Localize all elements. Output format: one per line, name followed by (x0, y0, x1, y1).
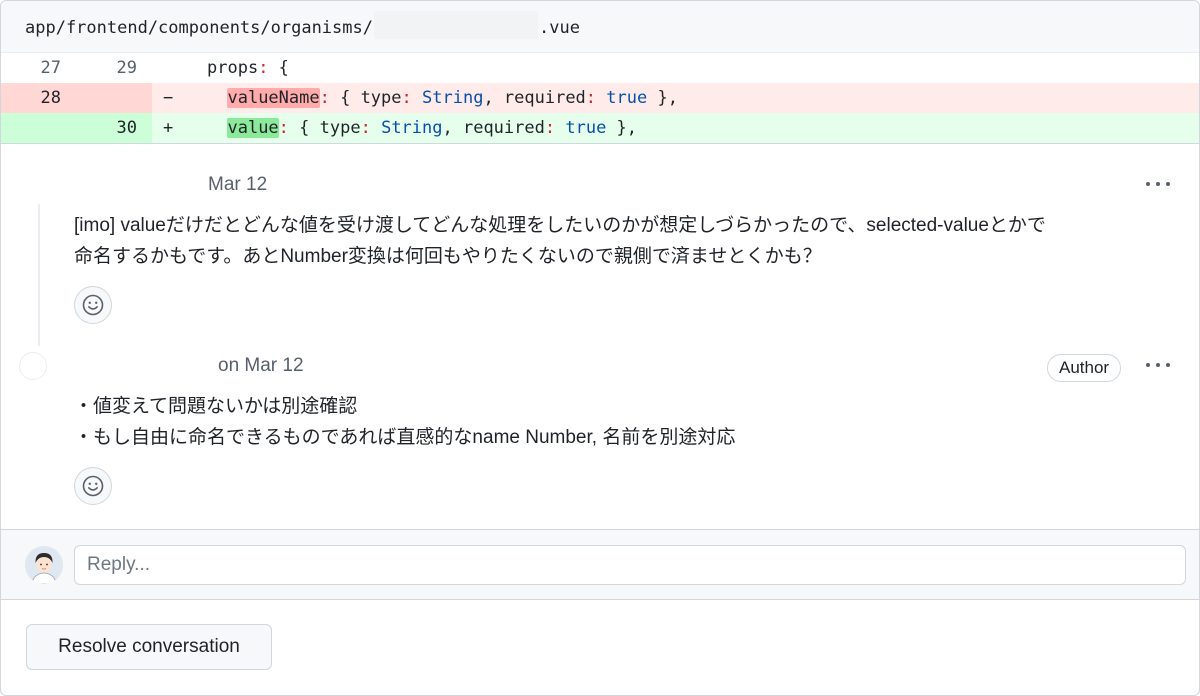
code-token: { type (329, 88, 402, 108)
code-text: valueName: { type: String, required: tru… (207, 83, 678, 113)
author-badge: Author (1047, 354, 1122, 382)
smiley-icon (82, 475, 104, 497)
code-token: true (565, 118, 607, 138)
new-line-number[interactable]: 29 (76, 53, 137, 83)
code-token: value (227, 118, 279, 138)
kebab-horizontal-icon[interactable] (1144, 355, 1172, 375)
code-token: : (360, 118, 371, 138)
code-token: : (278, 118, 289, 138)
comment-line: 命名するかもです。あとNumber変換は何回もやりたくないので親側で済ませとくか… (74, 246, 822, 267)
code-token: valueName (227, 88, 320, 108)
kebab-horizontal-icon[interactable] (1144, 174, 1172, 194)
code-token: true (606, 88, 648, 108)
diff-marker: − (163, 88, 174, 108)
file-path[interactable]: app/frontend/components/organisms/ .vue (25, 11, 580, 39)
code-token: , required (483, 88, 586, 108)
code-token: props (207, 58, 259, 78)
user-avatar-icon (25, 546, 63, 584)
file-path-suffix: .vue (539, 18, 580, 38)
comment-body: [imo] valueだけだとどんな値を受け渡してどんな処理をしたいのかが想定し… (74, 210, 1046, 272)
diff-marker: + (163, 118, 174, 138)
old-line-number[interactable] (1, 113, 61, 143)
review-thread-panel: app/frontend/components/organisms/ .vue 2… (0, 0, 1200, 696)
thread-connector-line (38, 204, 40, 346)
diff-line-context[interactable]: 27 29 props: { (1, 53, 1199, 83)
comment-thread: Mar 12 [imo] valueだけだとどんな値を受け渡してどんな処理をした… (1, 143, 1199, 530)
new-line-number[interactable] (76, 83, 137, 113)
code-token: { type (288, 118, 361, 138)
new-line-number[interactable]: 30 (76, 113, 137, 143)
code-token: : (319, 88, 330, 108)
code-token: : (258, 58, 269, 78)
comment-body: ・値変えて問題ないかは別途確認 ・もし自由に命名できるものであれば直感的なnam… (74, 391, 735, 453)
smiley-icon (82, 294, 104, 316)
reply-bar: Reply... (1, 529, 1199, 600)
file-header: app/frontend/components/organisms/ .vue (1, 1, 1199, 53)
comment-timestamp[interactable]: on Mar 12 (218, 355, 304, 377)
avatar[interactable] (19, 352, 47, 380)
code-token: : (401, 88, 412, 108)
diff-hunk: 27 29 props: {28− valueName: { type: Strin… (1, 53, 1199, 143)
redacted-filename (374, 11, 538, 39)
comment-line: [imo] valueだけだとどんな値を受け渡してどんな処理をしたいのかが想定し… (74, 215, 1046, 236)
add-reaction-button[interactable] (74, 286, 112, 324)
comment-timestamp[interactable]: Mar 12 (208, 174, 267, 196)
code-token: }, (606, 118, 638, 138)
file-path-prefix: app/frontend/components/organisms/ (25, 18, 373, 38)
old-line-number[interactable]: 28 (1, 83, 61, 113)
comment-line: ・値変えて問題ないかは別途確認 (74, 396, 358, 417)
code-token: String (422, 88, 484, 108)
old-line-number[interactable]: 27 (1, 53, 61, 83)
code-token: , required (442, 118, 545, 138)
comment-line: ・もし自由に命名できるものであれば直感的なname Number, 名前を別途対… (74, 427, 736, 448)
diff-line-add[interactable]: 30 + value: { type: String, required: tru… (1, 113, 1199, 143)
code-text: value: { type: String, required: true }, (207, 113, 637, 143)
avatar[interactable] (25, 546, 63, 584)
code-token: { (268, 58, 289, 78)
code-token: : (585, 88, 597, 108)
diff-line-del[interactable]: 28 − valueName: { type: String, required:… (1, 83, 1199, 113)
reply-input[interactable]: Reply... (74, 545, 1186, 585)
add-reaction-button[interactable] (74, 467, 112, 505)
code-token: : (544, 118, 556, 138)
code-text: props: { (207, 53, 289, 83)
code-token: String (381, 118, 443, 138)
resolve-conversation-button[interactable]: Resolve conversation (26, 624, 272, 670)
code-token: }, (647, 88, 678, 108)
